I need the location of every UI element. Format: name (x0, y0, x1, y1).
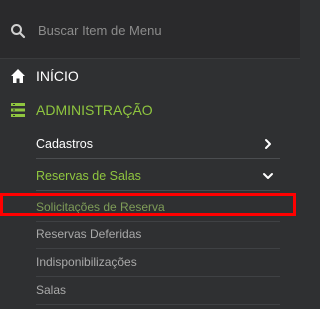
submenu-link-indisponibilizacoes[interactable]: Indisponibilizações (36, 247, 280, 277)
home-icon (10, 68, 26, 84)
submenu-link-label: Salas (36, 282, 67, 297)
highlight-box (0, 193, 296, 216)
search-icon (10, 23, 26, 39)
menu-item-inicio[interactable]: INÍCIO (0, 58, 300, 94)
submenu-item-label: Cadastros (36, 136, 93, 151)
submenu-link-reservas-deferidas[interactable]: Reservas Deferidas (36, 219, 280, 249)
submenu-link-label: Indisponibilizações (36, 254, 137, 269)
menu-item-administracao[interactable]: ADMINISTRAÇÃO (0, 92, 300, 128)
submenu-item-label: Reservas de Salas (36, 168, 141, 183)
submenu-item-cadastros[interactable]: Cadastros (36, 129, 280, 159)
submenu-link-label: Reservas Deferidas (36, 226, 142, 241)
menu-item-label: ADMINISTRAÇÃO (36, 102, 153, 118)
chevron-down-icon (262, 169, 274, 181)
submenu-link-salas[interactable]: Salas (36, 275, 280, 305)
submenu-item-reservas-de-salas[interactable]: Reservas de Salas (36, 161, 280, 191)
menu-item-label: INÍCIO (36, 68, 79, 84)
sidebar-menu: INÍCIO ADMINISTRAÇÃO Cadastros Reservas … (0, 0, 300, 309)
admin-list-icon (10, 102, 26, 118)
search-input[interactable] (36, 18, 290, 42)
chevron-right-icon (262, 137, 274, 149)
menu-search (0, 0, 300, 59)
